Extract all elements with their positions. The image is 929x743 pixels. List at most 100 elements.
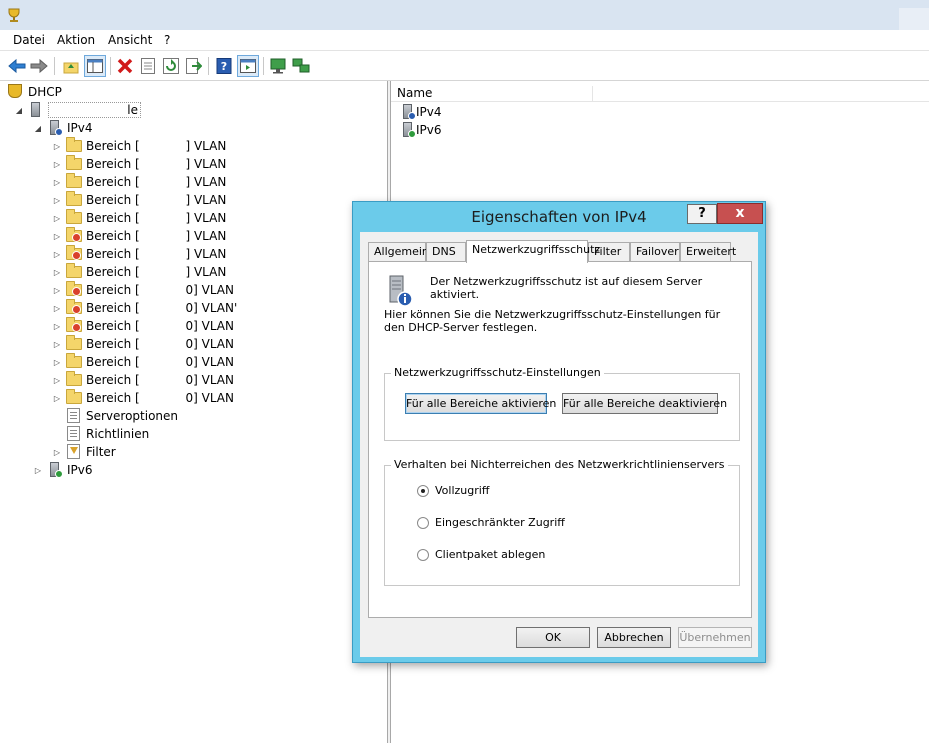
tree-node-filter[interactable]: ▷ Filter — [52, 443, 116, 461]
expand-arrow-icon[interactable]: ▷ — [52, 142, 62, 151]
expand-arrow-icon[interactable]: ▷ — [52, 286, 62, 295]
radio-restricted-access-button[interactable] — [417, 516, 429, 529]
tree-node-dhcp[interactable]: DHCP — [8, 83, 62, 101]
tab-allgemein[interactable]: Allgemein — [368, 242, 429, 262]
tree-label-scope: Bereich [ ] VLAN — [86, 211, 227, 225]
scope-folder-icon — [66, 155, 82, 172]
list-item-ipv4[interactable]: IPv4 — [400, 103, 442, 121]
properties-button[interactable] — [137, 55, 159, 77]
expand-arrow-icon[interactable]: ▷ — [52, 214, 62, 223]
radio-drop-packet-button[interactable] — [417, 548, 429, 561]
list-item-label: IPv4 — [416, 105, 442, 119]
tree-node-scope[interactable]: ▷ Bereich [ 0] VLAN — [52, 353, 234, 371]
menu-bar: Datei Aktion Ansicht ? — [0, 30, 929, 51]
folder-up-icon — [63, 62, 79, 74]
tree-node-scope[interactable]: ▷ Bereich [ ] VLAN — [52, 137, 226, 155]
expand-arrow-icon[interactable]: ▷ — [52, 232, 62, 241]
tree-label-scope: Bereich [ 0] VLAN — [86, 355, 234, 369]
radio-full-access-button[interactable] — [417, 484, 429, 497]
tree-node-scope[interactable]: ▷ Bereich [ 0] VLAN — [52, 335, 234, 353]
expand-arrow-icon[interactable]: ▷ — [52, 268, 62, 277]
enable-all-scopes-button[interactable]: Für alle Bereiche aktivieren — [405, 393, 556, 414]
expand-arrow-icon[interactable]: ▷ — [52, 340, 62, 349]
tab-panel-nap: Der Netzwerkzugriffsschutz ist auf diese… — [368, 261, 752, 618]
dhcp-app-icon — [8, 8, 20, 22]
expand-arrow-icon[interactable]: ▷ — [52, 394, 62, 403]
apply-button[interactable]: Übernehmen — [678, 627, 752, 648]
help-book-icon: ? — [216, 58, 232, 74]
tree-node-scope[interactable]: ▷ Bereich [ 0] VLAN — [52, 317, 234, 335]
tree-node-scope[interactable]: ▷ Bereich [ ] VLAN — [52, 227, 226, 245]
tree-node-ipv6[interactable]: ▷ IPv6 — [33, 461, 93, 479]
help-button[interactable]: ? — [213, 55, 235, 77]
toolbar-separator — [208, 57, 209, 75]
view-servers-button[interactable] — [267, 55, 289, 77]
tree-node-ipv4[interactable]: ◢ IPv4 — [33, 119, 93, 137]
window-titlebar — [0, 0, 929, 30]
export-list-button[interactable] — [183, 55, 205, 77]
list-item-ipv6[interactable]: IPv6 — [400, 121, 442, 139]
ok-button[interactable]: OK — [516, 627, 590, 648]
authorize-servers-button[interactable] — [290, 55, 312, 77]
dialog-help-button[interactable]: ? — [687, 204, 717, 224]
tree-node-server[interactable]: ◢ le — [14, 101, 142, 119]
menu-help[interactable]: ? — [164, 33, 170, 47]
disable-all-scopes-button[interactable]: Für alle Bereiche deaktivieren — [562, 393, 727, 414]
expand-arrow-icon[interactable]: ▷ — [52, 322, 62, 331]
tree-label-server: le — [48, 102, 142, 118]
tree-label-scope: Bereich [ 0] VLAN — [86, 283, 234, 297]
tab-dns[interactable]: DNS — [426, 242, 466, 262]
tab-failover[interactable]: Failover — [630, 242, 680, 262]
scope-folder-icon — [66, 263, 82, 280]
forward-button[interactable] — [28, 55, 50, 77]
dialog-close-button[interactable]: x — [717, 203, 763, 224]
refresh-button[interactable] — [160, 55, 182, 77]
tree-node-serveroptionen[interactable]: Serveroptionen — [66, 407, 178, 425]
radio-drop-packet[interactable]: Clientpaket ablegen — [417, 548, 545, 561]
tree-node-scope[interactable]: ▷ Bereich [ ] VLAN — [52, 191, 226, 209]
menu-ansicht[interactable]: Ansicht — [108, 33, 152, 47]
tree-node-scope[interactable]: ▷ Bereich [ 0] VLAN — [52, 371, 234, 389]
column-header-name[interactable]: Name — [397, 86, 593, 102]
menu-datei[interactable]: Datei — [13, 33, 45, 47]
expand-arrow-icon[interactable]: ▷ — [52, 250, 62, 259]
collapse-arrow-icon[interactable]: ◢ — [33, 124, 43, 133]
tree-node-scope[interactable]: ▷ Bereich [ ] VLAN — [52, 209, 226, 227]
console-tree-pane: DHCP ◢ le ◢ IPv4 ▷ Bereich [ ] VLAN ▷ Berei… — [0, 81, 388, 743]
dialog-body: Allgemein DNS Netzwerkzugriffsschutz Fil… — [360, 232, 758, 657]
expand-arrow-icon[interactable]: ▷ — [52, 376, 62, 385]
tree-node-scope[interactable]: ▷ Bereich [ ] VLAN — [52, 173, 226, 191]
tree-node-scope[interactable]: ▷ Bereich [ 0] VLAN' — [52, 299, 237, 317]
radio-full-access[interactable]: Vollzugriff — [417, 484, 489, 497]
up-folder-button[interactable] — [60, 55, 82, 77]
back-button[interactable] — [6, 55, 28, 77]
scope-folder-warning-icon — [66, 317, 82, 334]
expand-arrow-icon[interactable]: ▷ — [52, 160, 62, 169]
properties-icon — [141, 58, 155, 74]
radio-restricted-access[interactable]: Eingeschränkter Zugriff — [417, 516, 565, 529]
properties-dialog: Eigenschaften von IPv4 ? x Allgemein DNS… — [352, 201, 766, 663]
expand-arrow-icon[interactable]: ▷ — [52, 448, 62, 457]
tree-node-scope[interactable]: ▷ Bereich [ ] VLAN — [52, 155, 226, 173]
tree-node-scope[interactable]: ▷ Bereich [ ] VLAN — [52, 263, 226, 281]
tree-node-scope[interactable]: ▷ Bereich [ 0] VLAN — [52, 389, 234, 407]
expand-arrow-icon[interactable]: ▷ — [33, 466, 43, 475]
group-nap-settings: Netzwerkzugriffsschutz-Einstellungen Für… — [384, 366, 740, 441]
tree-label-scope: Bereich [ 0] VLAN' — [86, 301, 238, 315]
expand-arrow-icon[interactable]: ▷ — [52, 358, 62, 367]
tab-netzwerkzugriffsschutz[interactable]: Netzwerkzugriffsschutz — [466, 240, 600, 263]
show-console-tree-button[interactable] — [84, 55, 106, 77]
collapse-arrow-icon[interactable]: ◢ — [14, 106, 24, 115]
tab-erweitert[interactable]: Erweitert — [680, 242, 736, 262]
tree-label-scope: Bereich [ 0] VLAN — [86, 391, 234, 405]
tree-node-scope[interactable]: ▷ Bereich [ ] VLAN — [52, 245, 226, 263]
delete-button[interactable] — [114, 55, 136, 77]
tree-node-scope[interactable]: ▷ Bereich [ 0] VLAN — [52, 281, 234, 299]
cancel-button[interactable]: Abbrechen — [597, 627, 671, 648]
menu-aktion[interactable]: Aktion — [57, 33, 95, 47]
expand-arrow-icon[interactable]: ▷ — [52, 178, 62, 187]
expand-arrow-icon[interactable]: ▷ — [52, 304, 62, 313]
tree-node-richtlinien[interactable]: Richtlinien — [66, 425, 149, 443]
expand-arrow-icon[interactable]: ▷ — [52, 196, 62, 205]
show-action-pane-button[interactable] — [237, 55, 259, 77]
